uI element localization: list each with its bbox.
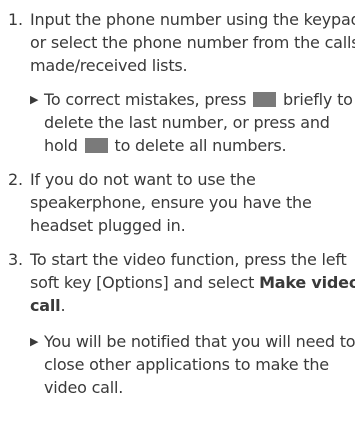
step-number: 1. [8,10,23,29]
step-text: If you do not want to use the speakerpho… [30,168,355,237]
bullet-line: You will be notified that you will need … [44,332,355,351]
step-line: Input the phone number using the keypad, [30,10,355,29]
step-number: 3. [8,250,23,269]
bullet-arrow-icon: ▶ [30,93,39,106]
clear-key-icon [253,92,277,107]
step-line: call. [30,296,66,315]
step-line: speakerphone, ensure you have the [30,193,312,212]
step-line: headset plugged in. [30,216,186,235]
step-line: To start the video function, press the l… [30,250,347,269]
step-line: or select the phone number from the call… [30,33,355,52]
bullet-line: hold to delete all numbers. [44,136,287,155]
step-number: 2. [8,170,23,189]
step-line: soft key [Options] and select Make video [30,271,355,294]
step-line: made/received lists. [30,56,188,75]
bullet-line: To correct mistakes, press briefly to [44,90,353,109]
step-text: To start the video function, press the l… [30,248,355,317]
bullet-text: To correct mistakes, press briefly to de… [44,88,354,157]
step-line: If you do not want to use the [30,170,256,189]
menu-option-make-video-call: Make video [259,273,355,292]
menu-option-make-video-call-cont: call [30,296,61,315]
bullet-line: close other applications to make the [44,355,329,374]
bullet-text: You will be notified that you will need … [44,330,355,399]
clear-key-icon [84,138,108,153]
instructions-page: 1. Input the phone number using the keyp… [0,0,355,441]
bullet-arrow-icon: ▶ [30,335,39,348]
step-text: Input the phone number using the keypad,… [30,8,355,77]
bullet-line: delete the last number, or press and [44,113,330,132]
bullet-line: video call. [44,378,124,397]
